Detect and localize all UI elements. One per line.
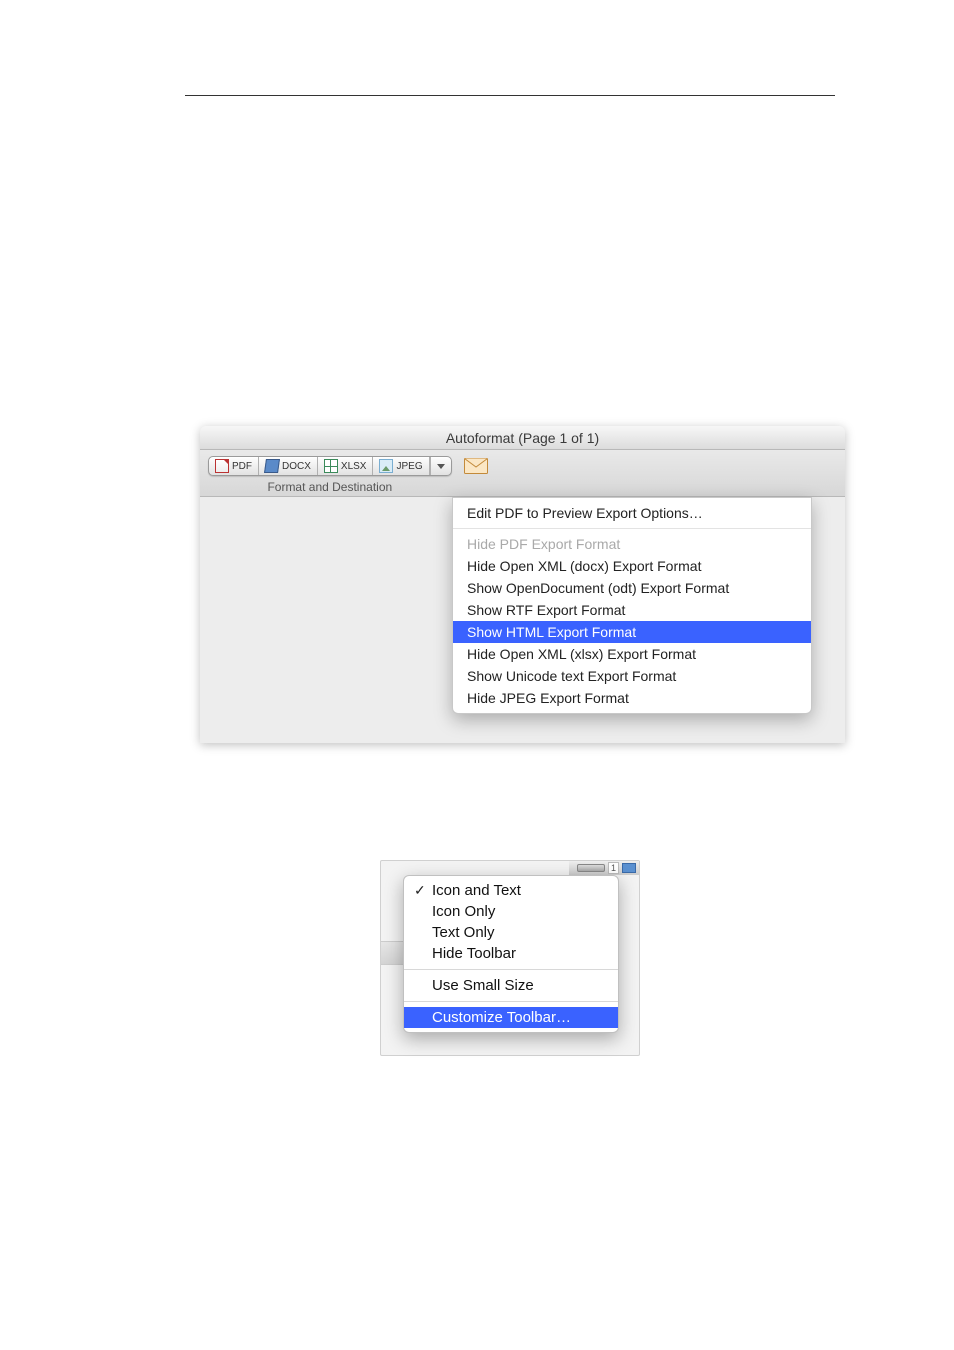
toolbar-context-menu: Icon and TextIcon OnlyText OnlyHide Tool… xyxy=(403,875,619,1033)
docx-icon xyxy=(264,459,280,473)
menu-separator xyxy=(404,1001,618,1002)
menu-item-export-format: Hide PDF Export Format xyxy=(453,533,811,555)
segment-jpeg[interactable]: JPEG xyxy=(373,457,429,475)
menu-item-export-format[interactable]: Hide Open XML (xlsx) Export Format xyxy=(453,643,811,665)
menu-item-export-format[interactable]: Show HTML Export Format xyxy=(453,621,811,643)
segment-label: DOCX xyxy=(282,461,311,472)
context-menu-item[interactable]: Hide Toolbar xyxy=(404,943,618,964)
context-menu-item[interactable]: Use Small Size xyxy=(404,975,618,996)
autoformat-window: Autoformat (Page 1 of 1) PDF DOCX XLSX xyxy=(200,426,845,743)
titlebar-number: 1 xyxy=(608,862,619,874)
segment-xlsx[interactable]: XLSX xyxy=(318,457,374,475)
window-title: Autoformat (Page 1 of 1) xyxy=(200,426,845,450)
toolbar-pill-icon xyxy=(577,864,605,872)
page-divider xyxy=(185,95,835,96)
xlsx-icon xyxy=(324,459,338,473)
menu-item-export-format[interactable]: Hide Open XML (docx) Export Format xyxy=(453,555,811,577)
jpeg-icon xyxy=(379,459,393,473)
context-menu-item[interactable]: Customize Toolbar… xyxy=(404,1007,618,1028)
context-menu-item[interactable]: Icon and Text xyxy=(404,880,618,901)
menu-separator xyxy=(453,528,811,529)
segment-label: JPEG xyxy=(396,461,422,472)
blue-chip-icon xyxy=(622,863,636,873)
toolbar-group-label: Format and Destination xyxy=(267,480,392,494)
segment-pdf[interactable]: PDF xyxy=(209,457,259,475)
window-body: Edit PDF to Preview Export Options… Hide… xyxy=(200,497,845,743)
menu-item-export-format[interactable]: Show RTF Export Format xyxy=(453,599,811,621)
pdf-icon xyxy=(215,459,229,473)
segment-docx[interactable]: DOCX xyxy=(259,457,318,475)
export-format-menu: Edit PDF to Preview Export Options… Hide… xyxy=(452,497,812,714)
toolbar: PDF DOCX XLSX JPEG Format and De xyxy=(200,450,845,497)
menu-item-export-format[interactable]: Show Unicode text Export Format xyxy=(453,665,811,687)
envelope-icon[interactable] xyxy=(464,458,488,474)
segment-label: XLSX xyxy=(341,461,367,472)
format-segmented-control[interactable]: PDF DOCX XLSX JPEG xyxy=(208,456,452,476)
toolbar-context-screenshot: 1 Icon and TextIcon OnlyText OnlyHide To… xyxy=(380,860,640,1056)
menu-item-edit-export-options[interactable]: Edit PDF to Preview Export Options… xyxy=(453,502,811,524)
segment-dropdown-toggle[interactable] xyxy=(430,457,451,475)
format-destination-group: PDF DOCX XLSX JPEG Format and De xyxy=(208,456,452,494)
context-menu-item[interactable]: Icon Only xyxy=(404,901,618,922)
segment-label: PDF xyxy=(232,461,252,472)
toolbar-background: 1 Icon and TextIcon OnlyText OnlyHide To… xyxy=(380,860,640,1056)
menu-item-export-format[interactable]: Hide JPEG Export Format xyxy=(453,687,811,709)
context-menu-item[interactable]: Text Only xyxy=(404,922,618,943)
menu-separator xyxy=(404,969,618,970)
window-titlebar-fragment: 1 xyxy=(569,861,639,875)
toolbar-stripe xyxy=(381,941,405,965)
chevron-down-icon xyxy=(437,464,445,469)
menu-item-export-format[interactable]: Show OpenDocument (odt) Export Format xyxy=(453,577,811,599)
